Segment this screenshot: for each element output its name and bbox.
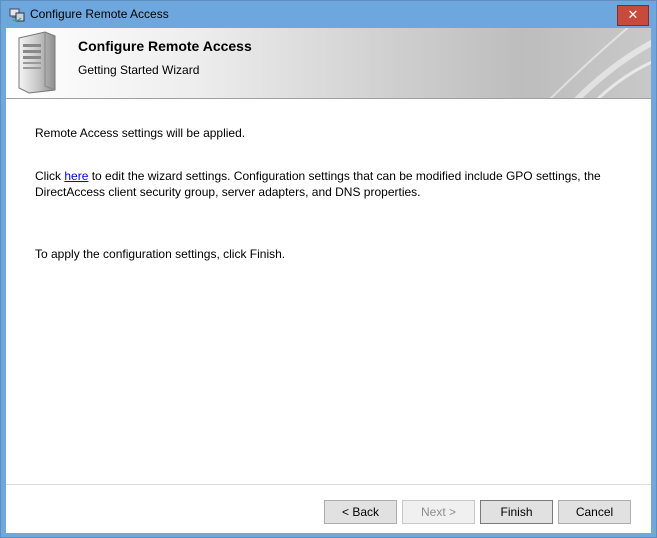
edit-settings-text: Click here to edit the wizard settings. … xyxy=(35,168,625,200)
finish-instruction-text: To apply the configuration settings, cli… xyxy=(35,247,286,261)
wizard-title: Configure Remote Access xyxy=(78,38,252,54)
decorative-streak-icon xyxy=(549,28,651,98)
wizard-subtitle: Getting Started Wizard xyxy=(78,63,200,77)
settings-applied-text: Remote Access settings will be applied. xyxy=(35,126,246,140)
close-button[interactable]: ✕ xyxy=(617,5,649,26)
edit-settings-prefix: Click xyxy=(35,169,65,183)
footer-divider xyxy=(6,484,651,485)
next-button[interactable]: Next > xyxy=(402,500,475,524)
title-bar[interactable]: Configure Remote Access ✕ xyxy=(1,1,656,28)
wizard-window: Configure Remote Access ✕ Configure Remo… xyxy=(0,0,657,538)
cancel-button[interactable]: Cancel xyxy=(558,500,631,524)
server-icon xyxy=(18,31,56,94)
back-button[interactable]: < Back xyxy=(324,500,397,524)
wizard-body: Configure Remote Access Getting Started … xyxy=(6,28,651,533)
wizard-header: Configure Remote Access Getting Started … xyxy=(6,28,651,98)
header-divider xyxy=(6,98,651,99)
here-link[interactable]: here xyxy=(64,169,88,183)
finish-button[interactable]: Finish xyxy=(480,500,553,524)
edit-settings-suffix: to edit the wizard settings. Configurati… xyxy=(35,169,601,199)
window-title: Configure Remote Access xyxy=(30,7,169,21)
remote-access-icon xyxy=(9,8,25,22)
